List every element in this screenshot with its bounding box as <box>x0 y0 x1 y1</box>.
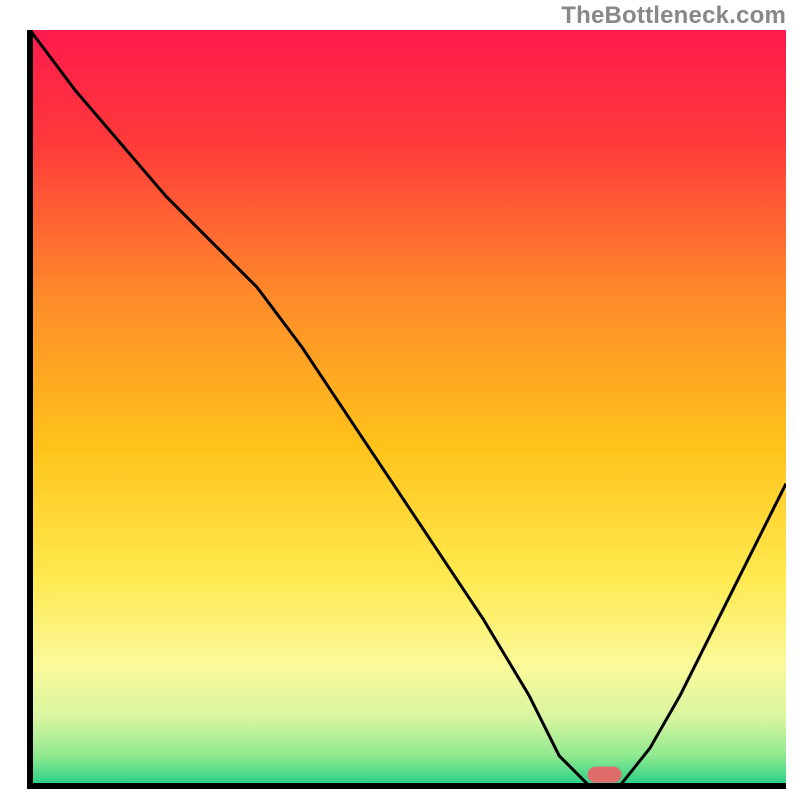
bottleneck-chart <box>0 0 800 800</box>
watermark-label: TheBottleneck.com <box>561 2 786 30</box>
chart-container: TheBottleneck.com <box>0 0 800 800</box>
plot-background-gradient <box>30 30 786 786</box>
optimum-marker <box>588 767 622 783</box>
